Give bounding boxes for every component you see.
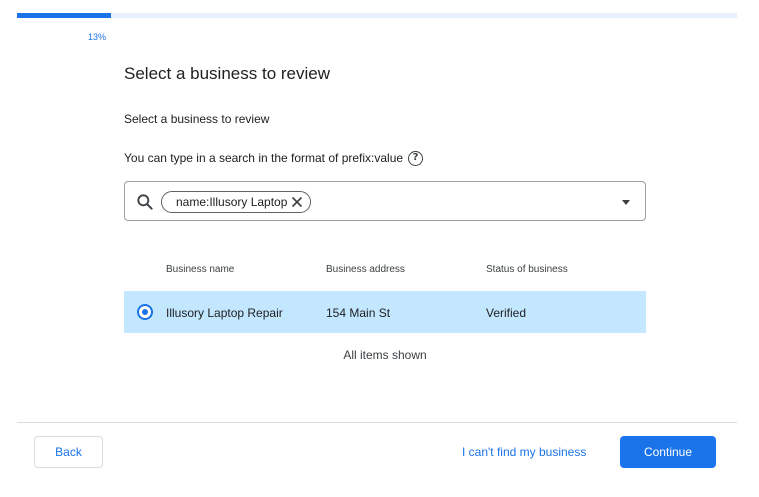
radio-selected-icon[interactable] <box>137 304 153 320</box>
back-button[interactable]: Back <box>34 436 103 468</box>
continue-button[interactable]: Continue <box>620 436 716 468</box>
table-header: Business name Business address Status of… <box>124 255 646 291</box>
business-address-cell: 154 Main St <box>326 306 391 320</box>
progress-bar <box>17 13 737 18</box>
progress-label: 13% <box>88 32 107 42</box>
search-filter-chip[interactable]: name:Illusory Laptop <box>161 191 312 213</box>
page-title: Select a business to review <box>124 64 330 83</box>
dropdown-arrow-icon[interactable] <box>622 200 630 205</box>
search-filter-chip-label: name:Illusory Laptop <box>176 195 288 209</box>
all-items-shown-label: All items shown <box>343 348 427 362</box>
search-hint: You can type in a search in the format o… <box>124 149 424 167</box>
column-header-business-name: Business name <box>166 264 235 275</box>
column-header-status: Status of business <box>486 264 568 275</box>
cant-find-business-link[interactable]: I can't find my business <box>462 445 586 459</box>
business-status-cell: Verified <box>486 306 527 320</box>
page-subtitle: Select a business to review <box>124 112 270 126</box>
business-name-cell: Illusory Laptop Repair <box>166 306 283 320</box>
column-header-business-address: Business address <box>326 264 405 275</box>
progress-bar-fill <box>17 13 111 18</box>
footer-divider <box>17 422 737 423</box>
business-table: Business name Business address Status of… <box>124 255 646 333</box>
radio-dot <box>142 309 148 315</box>
search-icon <box>137 194 153 210</box>
help-icon[interactable]: ? <box>408 150 424 166</box>
close-icon[interactable] <box>290 195 304 209</box>
business-search-input[interactable]: name:Illusory Laptop <box>124 181 646 221</box>
table-row[interactable]: Illusory Laptop Repair 154 Main St Verif… <box>124 291 646 333</box>
search-hint-text: You can type in a search in the format o… <box>124 151 404 165</box>
